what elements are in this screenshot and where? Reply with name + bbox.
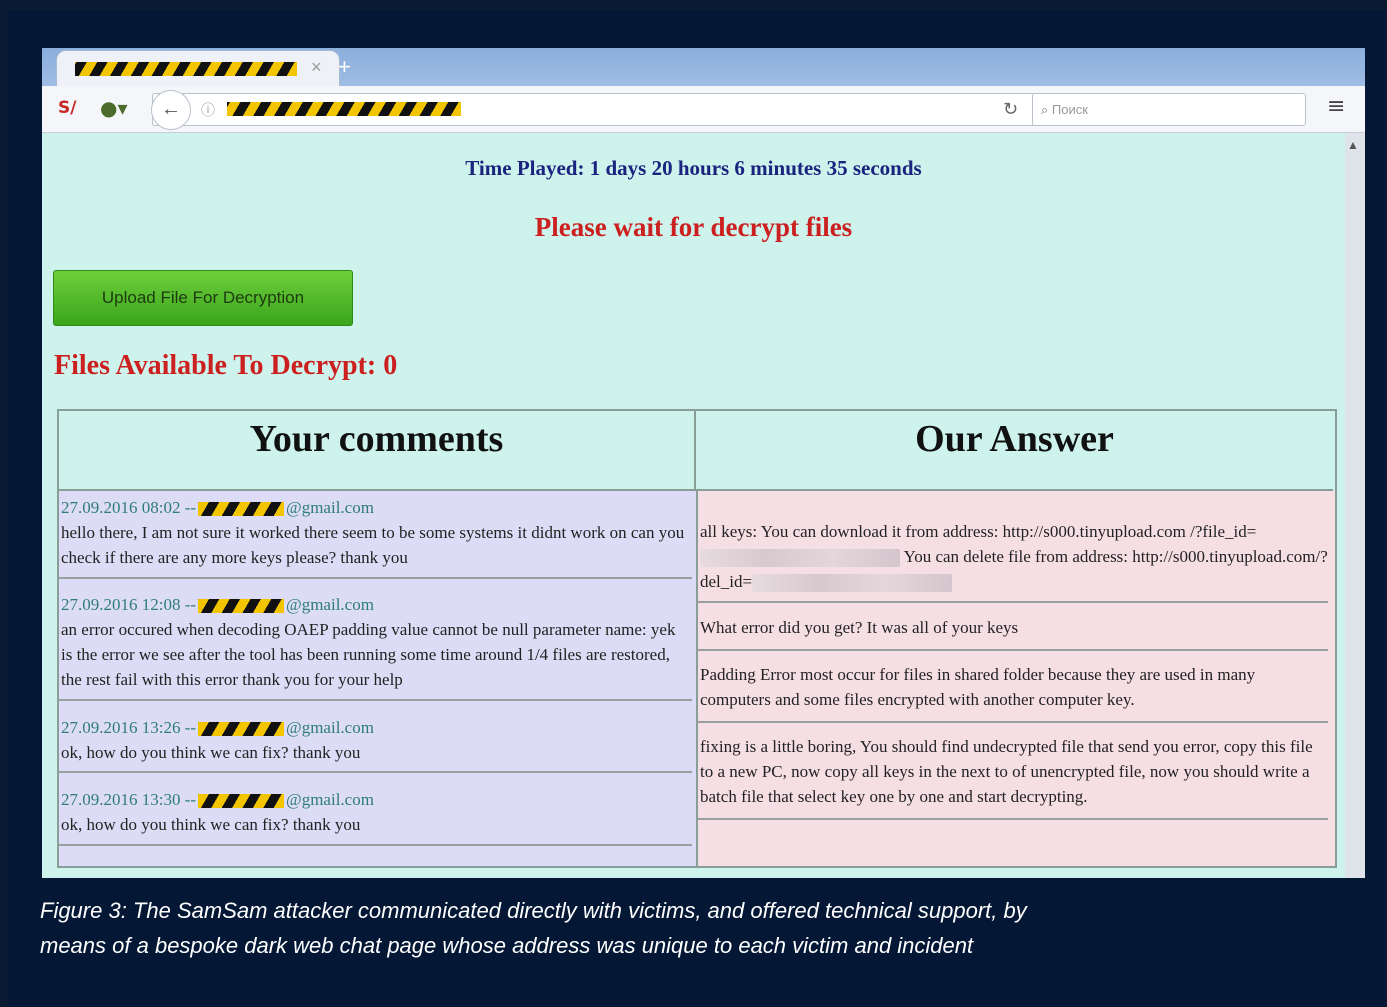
answer-item: Padding Error most occur for files in sh… [700,665,1256,709]
comment-email: @gmail.com [286,790,374,809]
onion-icon[interactable]: ●▾ [100,96,128,120]
navigation-bar: S/ ●▾ ← ⓘ ↻ ⌕ Поиск ≡ [42,86,1365,133]
time-played: Time Played: 1 days 20 hours 6 minutes 3… [465,156,922,180]
answer-item: fixing is a little boring, You should fi… [700,737,1313,806]
comments-table: Your comments Our Answer 27.09.2016 08:0… [57,409,1337,868]
url-bar[interactable]: ← ⓘ ↻ [151,90,1036,130]
browser-window: × + S/ ●▾ ← ⓘ ↻ ⌕ Поиск ≡ Time Played: 1… [42,48,1365,878]
comment-item: 27.09.2016 12:08 -- @gmail.com an error o… [61,592,691,692]
comment-email: @gmail.com [286,718,374,737]
redacted-email [198,599,285,614]
answer-item: all keys: You can download it from addre… [700,519,1330,594]
comment-date: 27.09.2016 13:26 -- [61,718,197,737]
redacted-email [198,722,285,737]
comment-text: hello there, I am not sure it worked the… [61,523,685,567]
header-your-comments: Your comments [59,411,696,491]
sj-addon-icon[interactable]: S/ [58,98,76,118]
page-content: Time Played: 1 days 20 hours 6 minutes 3… [42,133,1345,878]
comment-date: 27.09.2016 12:08 -- [61,595,197,614]
comment-email: @gmail.com [286,595,374,614]
menu-icon[interactable]: ≡ [1327,94,1345,119]
comment-date: 27.09.2016 08:02 -- [61,498,197,517]
comment-date: 27.09.2016 13:30 -- [61,790,197,809]
search-placeholder: Поиск [1051,102,1088,117]
header-our-answer: Our Answer [696,411,1333,491]
redacted-del-id [752,574,953,593]
scroll-up-icon[interactable]: ▲ [1347,138,1359,152]
new-tab-button[interactable]: + [338,54,351,80]
redacted-email [198,502,285,517]
search-icon: ⌕ [1041,103,1049,118]
divider [698,721,1328,723]
divider [59,844,692,846]
answer-item: What error did you get? It was all of yo… [700,618,1019,637]
answer-text: all keys: You can download it from addre… [700,522,1257,541]
close-icon[interactable]: × [311,57,322,78]
search-input[interactable]: ⌕ Поиск [1032,93,1306,126]
comment-text: ok, how do you think we can fix? thank y… [61,743,361,762]
divider [59,699,692,701]
divider [698,601,1328,603]
divider [59,771,692,773]
comment-item: 27.09.2016 13:30 -- @gmail.com ok, how do… [61,787,691,837]
back-icon[interactable]: ← [151,90,191,130]
redacted-email [198,794,285,809]
tab-bar: × + [42,48,1365,87]
divider [59,577,692,579]
divider [698,818,1328,820]
vertical-scrollbar[interactable] [1345,133,1365,878]
comments-column: 27.09.2016 08:02 -- @gmail.com hello ther… [59,491,698,866]
info-icon[interactable]: ⓘ [201,100,215,120]
tab-active[interactable]: × [56,50,340,87]
figure-caption: Figure 3: The SamSam attacker communicat… [40,898,1027,958]
redacted-tab-title [75,62,297,76]
comment-email: @gmail.com [286,498,374,517]
comment-text: ok, how do you think we can fix? thank y… [61,815,361,834]
files-available: Files Available To Decrypt: 0 [54,350,398,381]
redacted-file-id [700,549,900,568]
divider [698,649,1328,651]
answers-column: all keys: You can download it from addre… [698,491,1335,866]
comment-text: an error occured when decoding OAEP padd… [61,620,676,689]
upload-button[interactable]: Upload File For Decryption [53,270,353,326]
reload-icon[interactable]: ↻ [1003,99,1018,120]
redacted-url [227,102,461,116]
wait-message: Please wait for decrypt files [534,212,853,242]
comment-item: 27.09.2016 13:26 -- @gmail.com ok, how do… [61,715,691,765]
comment-item: 27.09.2016 08:02 -- @gmail.com hello ther… [61,495,691,570]
